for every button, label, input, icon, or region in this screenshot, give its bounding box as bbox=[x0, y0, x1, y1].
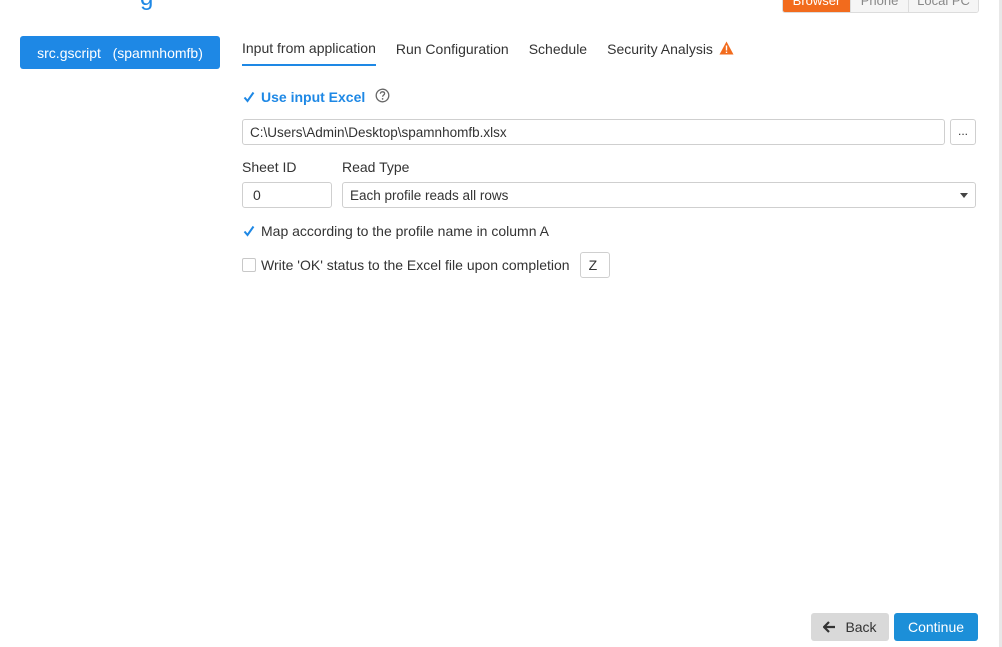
tab-label: Input from application bbox=[242, 40, 376, 56]
read-type-value: Each profile reads all rows bbox=[350, 187, 509, 203]
sidebar-item-script[interactable]: src.gscript (spamnhomfb) bbox=[20, 36, 220, 69]
write-ok-checkbox[interactable] bbox=[242, 258, 256, 272]
warning-icon bbox=[719, 41, 734, 58]
mode-phone[interactable]: Phone bbox=[850, 0, 908, 12]
use-input-excel-label[interactable]: Use input Excel bbox=[261, 89, 365, 105]
help-circle-icon[interactable] bbox=[375, 88, 390, 106]
back-button[interactable]: Back bbox=[811, 613, 889, 641]
tab-label: Run Configuration bbox=[395, 41, 509, 57]
excel-file-path-input[interactable]: C:\Users\Admin\Desktop\spamnhomfb.xlsx bbox=[242, 119, 945, 145]
tab-schedule[interactable]: Schedule bbox=[529, 40, 587, 66]
map-by-profile-label[interactable]: Map according to the profile name in col… bbox=[261, 223, 549, 239]
continue-button[interactable]: Continue bbox=[894, 613, 978, 641]
read-type-select[interactable]: Each profile reads all rows bbox=[342, 182, 976, 208]
tab-run-configuration[interactable]: Run Configuration bbox=[396, 40, 509, 66]
write-ok-row: Write 'OK' status to the Excel file upon… bbox=[242, 252, 610, 278]
chevron-down-icon bbox=[960, 192, 968, 198]
page-title: g bbox=[140, 0, 153, 12]
tab-bar: Input from application Run Configuration… bbox=[242, 40, 754, 66]
ok-column-input[interactable]: Z bbox=[579, 252, 610, 278]
back-button-label: Back bbox=[845, 619, 877, 635]
mode-local-pc[interactable]: Local PC bbox=[908, 0, 978, 12]
mode-browser[interactable]: Browser bbox=[783, 0, 850, 12]
tab-input-from-application[interactable]: Input from application bbox=[242, 40, 376, 66]
sheet-id-input[interactable]: 0 bbox=[242, 182, 332, 208]
use-input-excel-row: Use input Excel bbox=[242, 88, 390, 106]
tab-label: Schedule bbox=[528, 41, 588, 57]
sheet-id-label: Sheet ID bbox=[242, 159, 297, 175]
map-by-profile-row: Map according to the profile name in col… bbox=[242, 223, 549, 239]
use-input-excel-checkbox[interactable] bbox=[242, 90, 256, 104]
tab-label: Security Analysis bbox=[607, 41, 713, 57]
mode-switch: Browser Phone Local PC bbox=[782, 0, 979, 13]
map-by-profile-checkbox[interactable] bbox=[242, 224, 256, 238]
browse-file-button[interactable]: ... bbox=[950, 119, 976, 145]
read-type-label: Read Type bbox=[342, 159, 410, 175]
write-ok-label[interactable]: Write 'OK' status to the Excel file upon… bbox=[261, 257, 570, 273]
tab-security-analysis[interactable]: Security Analysis bbox=[607, 40, 734, 66]
arrow-left-icon bbox=[823, 621, 836, 633]
